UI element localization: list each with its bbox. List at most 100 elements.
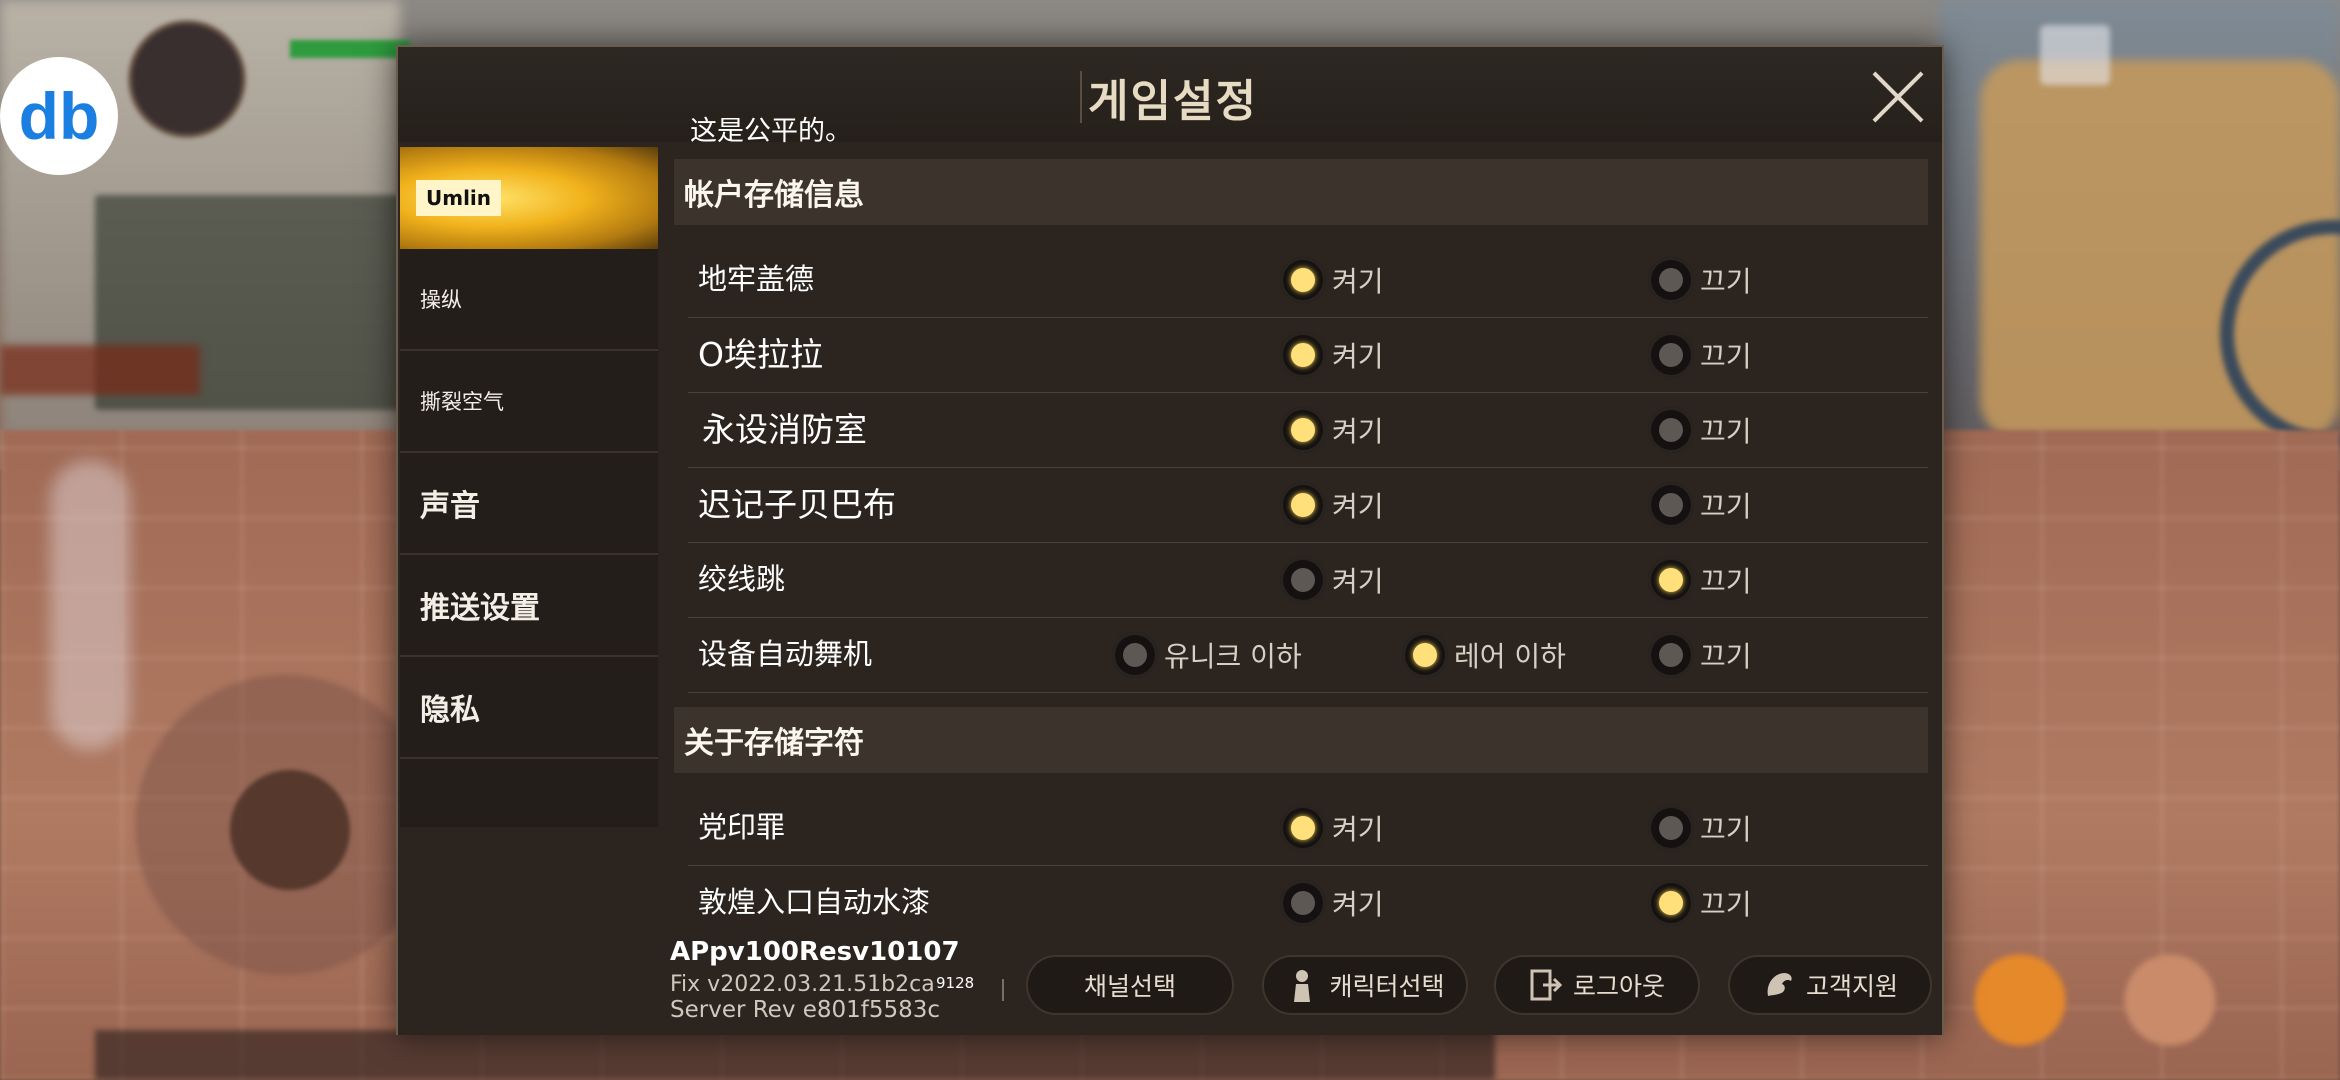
logout-button[interactable]: 로그아웃: [1494, 955, 1700, 1015]
hp-bar: [290, 40, 410, 58]
sidebar-item-push[interactable]: 推送设置: [400, 555, 658, 657]
radio-button[interactable]: [1648, 331, 1694, 378]
option-unique[interactable]: 유니크 이하: [1112, 617, 1302, 692]
setting-row: 迟记子贝巴布 켜기 끄기: [688, 467, 1928, 543]
radio-button[interactable]: [1280, 406, 1326, 453]
character-select-button[interactable]: 캐릭터선택: [1262, 955, 1468, 1015]
db-badge-text: db: [18, 79, 100, 153]
setting-row: 党印罪 켜기 끄기: [688, 790, 1928, 866]
player-avatar[interactable]: [128, 20, 246, 138]
setting-label: O埃拉拉: [698, 335, 823, 374]
radio-button[interactable]: [1280, 804, 1326, 851]
skill-orbs[interactable]: [1960, 940, 2250, 1060]
sidebar-item-air[interactable]: 撕裂空气: [400, 351, 658, 453]
setting-label: 绞线跳: [698, 562, 786, 596]
option-label: 켜기: [1332, 339, 1384, 373]
fix-version-suffix: 9128: [936, 974, 975, 992]
option-rare[interactable]: 레어 이하: [1402, 617, 1566, 692]
radio-button[interactable]: [1280, 879, 1326, 926]
db-badge[interactable]: db: [0, 57, 118, 175]
settings-content[interactable]: 帐户存储信息 地牢盖德 켜기 끄기 O埃拉拉 켜기 끄기 永设消防室 켜기 끄기…: [674, 147, 1930, 977]
setting-label: 迟记子贝巴布: [698, 485, 896, 524]
setting-label: 设备自动舞机: [698, 637, 873, 671]
sidebar-item-privacy[interactable]: 隐私: [400, 657, 658, 759]
sidebar-item-umlin[interactable]: Umlin: [400, 147, 658, 249]
sidebar-item-label: 推送设置: [420, 591, 540, 626]
radio-button[interactable]: [1648, 879, 1694, 926]
option-on[interactable]: 켜기: [1280, 392, 1384, 467]
radio-button[interactable]: [1648, 804, 1694, 851]
button-label: 로그아웃: [1572, 972, 1665, 1001]
caption-text: 这是公平的。: [690, 116, 852, 147]
section-header: 帐户存储信息: [674, 159, 1928, 225]
setting-label: 敦煌入口自动水漆: [698, 885, 931, 919]
fix-version: Fix v2022.03.21.51b2ca: [670, 972, 935, 997]
option-label: 끄기: [1700, 414, 1752, 448]
option-label: 끄기: [1700, 339, 1752, 373]
radio-button[interactable]: [1648, 631, 1694, 678]
sidebar-item-label: 隐私: [420, 693, 480, 728]
app-version: APpv100Resv10107: [670, 937, 960, 967]
radio-button[interactable]: [1648, 556, 1694, 603]
radio-button[interactable]: [1280, 556, 1326, 603]
radio-button[interactable]: [1648, 481, 1694, 528]
button-label: 채널선택: [1083, 972, 1176, 1001]
dialog-title: 게임설정: [1088, 76, 1258, 127]
logout-icon: [1529, 968, 1563, 1002]
setting-label: 地牢盖德: [698, 262, 815, 296]
option-off[interactable]: 끄기: [1648, 392, 1752, 467]
setting-label: 党印罪: [698, 810, 786, 844]
setting-row: 敦煌入口自动水漆 켜기 끄기: [688, 865, 1928, 941]
bottom-status-bar: [95, 1030, 1495, 1080]
setting-row: 设备自动舞机 유니크 이하 레어 이하 끄기: [688, 617, 1928, 693]
option-label: 유니크 이하: [1164, 639, 1302, 673]
option-on[interactable]: 켜기: [1280, 242, 1384, 317]
radio-button[interactable]: [1280, 331, 1326, 378]
option-on[interactable]: 켜기: [1280, 467, 1384, 542]
option-on[interactable]: 켜기: [1280, 865, 1384, 940]
setting-label: 永设消防室: [702, 410, 867, 449]
background-character: [50, 460, 130, 750]
radio-button[interactable]: [1402, 631, 1448, 678]
option-label: 끄기: [1700, 564, 1752, 598]
channel-select-button[interactable]: 채널선택: [1026, 955, 1234, 1015]
sidebar-item-control[interactable]: 操纵: [400, 249, 658, 351]
option-label: 끄기: [1700, 887, 1752, 921]
game-settings-dialog: 게임설정 这是公平的。 Umlin 操纵 撕裂空气 声音 推送设置 隐私 帐户存…: [396, 45, 1944, 1035]
mail-icon[interactable]: [2040, 25, 2110, 85]
option-off[interactable]: 끄기: [1648, 317, 1752, 392]
sidebar-item-label: 撕裂空气: [420, 390, 504, 414]
option-label: 켜기: [1332, 264, 1384, 298]
option-off[interactable]: 끄기: [1648, 467, 1752, 542]
support-icon: [1762, 968, 1796, 1002]
option-off[interactable]: 끄기: [1648, 790, 1752, 865]
radio-button[interactable]: [1648, 256, 1694, 303]
option-off[interactable]: 끄기: [1648, 542, 1752, 617]
setting-row: 地牢盖德 켜기 끄기: [688, 242, 1928, 318]
radio-button[interactable]: [1280, 256, 1326, 303]
radio-button[interactable]: [1112, 631, 1158, 678]
section-header: 关于存储字符: [674, 707, 1928, 773]
radio-button[interactable]: [1648, 406, 1694, 453]
option-off[interactable]: 끄기: [1648, 865, 1752, 940]
radio-button[interactable]: [1280, 481, 1326, 528]
sidebar-item-label: 声音: [420, 489, 480, 524]
sidebar-item-label: 操纵: [420, 288, 462, 312]
option-off[interactable]: 끄기: [1648, 617, 1752, 692]
close-icon[interactable]: [1870, 69, 1926, 125]
quest-banner: [0, 345, 200, 395]
customer-support-button[interactable]: 고객지원: [1728, 955, 1932, 1015]
option-off[interactable]: 끄기: [1648, 242, 1752, 317]
setting-row: 绞线跳 켜기 끄기: [688, 542, 1928, 618]
option-on[interactable]: 켜기: [1280, 542, 1384, 617]
option-label: 켜기: [1332, 489, 1384, 523]
option-label: 켜기: [1332, 812, 1384, 846]
option-label: 켜기: [1332, 414, 1384, 448]
option-label: 끄기: [1700, 812, 1752, 846]
option-on[interactable]: 켜기: [1280, 790, 1384, 865]
option-on[interactable]: 켜기: [1280, 317, 1384, 392]
button-label: 캐릭터선택: [1329, 972, 1445, 1001]
sidebar-item-sound[interactable]: 声音: [400, 453, 658, 555]
settings-sidebar: Umlin 操纵 撕裂空气 声音 推送设置 隐私: [400, 147, 658, 827]
joystick-knob[interactable]: [230, 770, 350, 890]
